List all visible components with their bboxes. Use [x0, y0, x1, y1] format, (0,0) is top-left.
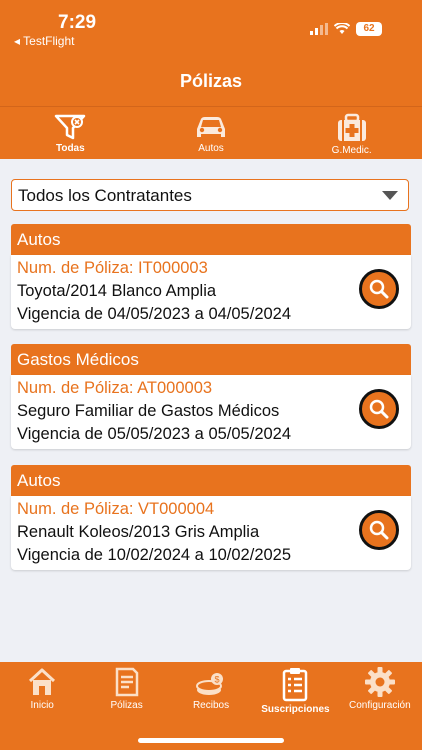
back-to-testflight-link[interactable]: ◂ TestFlight — [14, 34, 75, 48]
medical-kit-icon — [337, 113, 366, 141]
bottom-tab-label: Pólizas — [110, 700, 143, 711]
svg-text:$: $ — [215, 675, 220, 685]
coins-icon: $ — [196, 673, 224, 695]
tab-label: G.Medic. — [331, 145, 372, 156]
policy-filter-tabs: Todas Autos G.Medic. — [0, 106, 422, 159]
policy-validity: Vigencia de 05/05/2023 a 05/05/2024 — [17, 425, 292, 443]
clipboard-icon — [283, 668, 308, 702]
bottom-tab-configuracion[interactable]: Configuración — [338, 662, 422, 750]
contractor-select[interactable]: Todos los Contratantes — [11, 179, 409, 211]
bottom-tab-label: Suscripciones — [261, 704, 330, 715]
policy-number: Num. de Póliza: IT000003 — [17, 259, 208, 277]
signal-icon — [310, 23, 328, 35]
policy-description: Seguro Familiar de Gastos Médicos — [17, 402, 280, 420]
battery-indicator: 62 — [356, 22, 382, 36]
contractor-select-value: Todos los Contratantes — [18, 186, 192, 205]
car-icon — [197, 117, 225, 137]
page-title: Pólizas — [179, 71, 243, 91]
policy-number: Num. de Póliza: AT000003 — [17, 379, 213, 397]
bottom-tab-recibos[interactable]: $ Recibos — [169, 662, 253, 750]
search-icon — [369, 279, 389, 299]
tab-todas[interactable]: Todas — [0, 107, 141, 159]
section-header: Autos — [11, 224, 411, 255]
policy-description: Renault Koleos/2013 Gris Amplia — [17, 523, 260, 541]
section-header: Autos — [11, 465, 411, 496]
tab-label: Todas — [55, 143, 85, 154]
gear-icon — [364, 667, 395, 697]
view-policy-button[interactable] — [359, 389, 399, 429]
wifi-icon — [334, 23, 350, 34]
document-icon — [115, 667, 138, 697]
section-header: Gastos Médicos — [11, 344, 411, 375]
tab-gastos-medicos[interactable]: G.Medic. — [281, 107, 422, 159]
policy-validity: Vigencia de 04/05/2023 a 04/05/2024 — [17, 305, 292, 323]
status-time: 7:29 — [58, 12, 97, 33]
status-icons: 62 — [310, 22, 382, 36]
chevron-down-icon — [382, 191, 398, 200]
policy-number: Num. de Póliza: VT000004 — [17, 500, 215, 518]
bottom-tab-inicio[interactable]: Inicio — [0, 662, 84, 750]
policy-card[interactable]: Num. de Póliza: IT000003 Toyota/2014 Bla… — [11, 255, 411, 329]
view-policy-button[interactable] — [359, 269, 399, 309]
bottom-tab-label: Inicio — [30, 700, 54, 711]
home-indicator — [138, 738, 284, 743]
search-icon — [369, 399, 389, 419]
tab-label: Autos — [198, 143, 224, 154]
view-policy-button[interactable] — [359, 510, 399, 550]
bottom-tab-label: Configuración — [348, 700, 411, 711]
policy-card[interactable]: Num. de Póliza: VT000004 Renault Koleos/… — [11, 496, 411, 570]
search-icon — [369, 520, 389, 540]
bottom-tab-polizas[interactable]: Pólizas — [84, 662, 168, 750]
policy-description: Toyota/2014 Blanco Amplia — [17, 282, 217, 300]
bottom-tab-bar: Inicio Pólizas $ Recibos Suscripciones C… — [0, 662, 422, 750]
tab-autos[interactable]: Autos — [141, 107, 282, 159]
bottom-tab-label: Recibos — [192, 700, 230, 711]
filter-icon — [55, 114, 86, 140]
home-icon — [29, 668, 56, 695]
bottom-tab-suscripciones[interactable]: Suscripciones — [253, 662, 337, 750]
navigation-bar: Pólizas — [0, 62, 422, 106]
policy-validity: Vigencia de 10/02/2024 a 10/02/2025 — [17, 546, 292, 564]
policy-card[interactable]: Num. de Póliza: AT000003 Seguro Familiar… — [11, 375, 411, 449]
status-bar: 7:29 ◂ TestFlight 62 — [0, 0, 422, 62]
